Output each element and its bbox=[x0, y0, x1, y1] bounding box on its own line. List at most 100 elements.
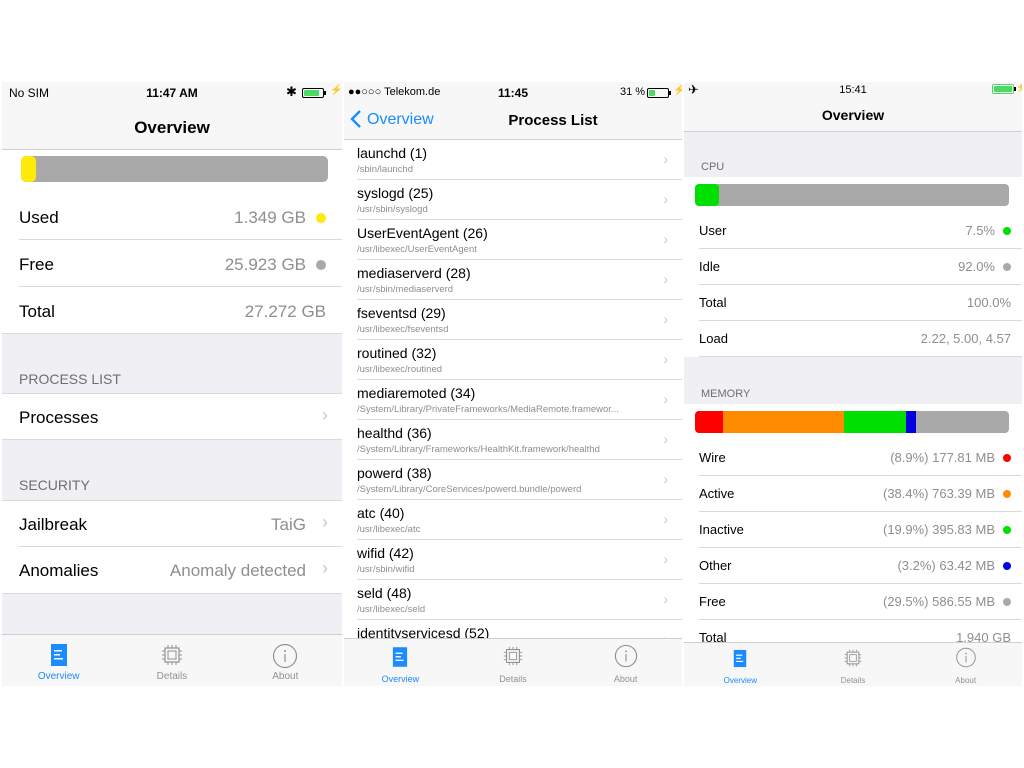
tab-label: Overview bbox=[381, 674, 420, 684]
process-path: /usr/sbin/syslogd bbox=[357, 204, 428, 215]
process-name: powerd (38) bbox=[357, 465, 432, 481]
process-row[interactable]: mediaremoted (34) /System/Library/Private… bbox=[344, 380, 682, 420]
process-row[interactable]: routined (32) /usr/libexec/routined › bbox=[344, 340, 682, 380]
process-path: /usr/libexec/UserEventAgent bbox=[357, 244, 477, 255]
process-path: /System/Library/Frameworks/HealthKit.fra… bbox=[357, 444, 600, 455]
tab-overview[interactable]: Overview bbox=[684, 643, 797, 686]
used-dot-icon bbox=[316, 213, 326, 223]
memory-row-inactive: Inactive (19.9%) 395.83 MB bbox=[684, 512, 1022, 548]
charging-icon: ⚡ bbox=[673, 85, 682, 96]
process-name: routined (32) bbox=[357, 345, 437, 361]
jailbreak-label: Jailbreak bbox=[19, 515, 88, 534]
info-icon bbox=[955, 647, 976, 668]
jailbreak-value: TaiG bbox=[271, 515, 306, 534]
memory-row-wire: Wire (8.9%) 177.81 MB bbox=[684, 440, 1022, 476]
processes-label: Processes bbox=[19, 408, 99, 427]
process-name: fseventsd (29) bbox=[357, 305, 446, 321]
cpu-label: Load bbox=[699, 331, 728, 346]
process-row[interactable]: launchd (1) /sbin/launchd › bbox=[344, 140, 682, 180]
memory-label: Inactive bbox=[699, 522, 744, 537]
process-row[interactable]: UserEventAgent (26) /usr/libexec/UserEven… bbox=[344, 220, 682, 260]
process-row[interactable]: atc (40) /usr/libexec/atc › bbox=[344, 500, 682, 540]
tab-about[interactable]: About bbox=[229, 635, 342, 686]
tab-bar: Overview Details About bbox=[684, 642, 1022, 686]
chevron-right-icon: › bbox=[663, 631, 668, 638]
memory-segment bbox=[695, 411, 723, 433]
tab-label: About bbox=[272, 671, 299, 682]
process-path: /usr/sbin/mediaserverd bbox=[357, 284, 454, 295]
cpu-value: 2.22, 5.00, 4.57 bbox=[920, 331, 1011, 346]
memory-segment bbox=[722, 411, 844, 433]
process-row[interactable]: seld (48) /usr/libexec/seld › bbox=[344, 580, 682, 620]
jailbreak-row[interactable]: Jailbreak TaiG › bbox=[2, 500, 342, 547]
status-time: 15:41 bbox=[839, 84, 867, 96]
process-row[interactable]: syslogd (25) /usr/sbin/syslogd › bbox=[344, 180, 682, 220]
info-icon bbox=[614, 644, 637, 668]
chevron-right-icon: › bbox=[663, 471, 668, 487]
process-row[interactable]: fseventsd (29) /usr/libexec/fseventsd › bbox=[344, 300, 682, 340]
chevron-right-icon: › bbox=[663, 231, 668, 247]
chevron-right-icon: › bbox=[663, 391, 668, 407]
process-path: /System/Library/PrivateFrameworks/MediaR… bbox=[357, 404, 619, 415]
process-path: /sbin/launchd bbox=[357, 164, 413, 175]
memory-label: Wire bbox=[699, 450, 726, 465]
page-title: Overview bbox=[821, 107, 885, 123]
bluetooth-icon: ✱ bbox=[286, 84, 297, 99]
battery-icon bbox=[992, 84, 1016, 94]
chevron-right-icon: › bbox=[322, 558, 328, 578]
tab-details[interactable]: Details bbox=[457, 639, 570, 686]
overview-system-screen: ✈ 15:41 ⚡ Overview CPU User 7.5% Idle 92.0%… bbox=[684, 82, 1022, 686]
cpu-row-load: Load 2.22, 5.00, 4.57 bbox=[684, 321, 1022, 357]
chevron-right-icon: › bbox=[663, 271, 668, 287]
process-name: mediaremoted (34) bbox=[357, 385, 476, 401]
cpu-label: Idle bbox=[699, 259, 720, 274]
tab-overview[interactable]: Overview bbox=[2, 635, 115, 686]
tab-about[interactable]: About bbox=[569, 639, 682, 686]
process-row[interactable]: healthd (36) /System/Library/Frameworks/H… bbox=[344, 420, 682, 460]
tab-details[interactable]: Details bbox=[797, 643, 910, 686]
cpu-bar-row bbox=[684, 177, 1022, 213]
page-title: Overview bbox=[134, 118, 210, 137]
memory-value: (3.2%) 63.42 MB bbox=[897, 558, 995, 573]
chevron-right-icon: › bbox=[663, 191, 668, 207]
cpu-value: 92.0% bbox=[958, 259, 995, 274]
tab-about[interactable]: About bbox=[909, 643, 1022, 686]
chevron-right-icon: › bbox=[663, 351, 668, 367]
process-path: /usr/libexec/fseventsd bbox=[357, 324, 449, 335]
nav-bar: No SIM 11:47 AM ✱ ⚡ Overview bbox=[2, 82, 342, 150]
legend-dot-icon bbox=[1003, 227, 1011, 235]
legend-dot-icon bbox=[1003, 562, 1011, 570]
process-name: identityservicesd (52) bbox=[357, 625, 490, 638]
tab-overview[interactable]: Overview bbox=[344, 639, 457, 686]
battery-icon bbox=[302, 88, 326, 98]
tab-details[interactable]: Details bbox=[115, 635, 228, 686]
used-row: Used 1.349 GB bbox=[2, 194, 342, 240]
anomalies-value: Anomaly detected bbox=[169, 561, 306, 580]
tab-bar: Overview Details About bbox=[2, 634, 342, 686]
process-list-screen: ●●○○○ Telekom.de 11:45 31 % ⚡ Overview P… bbox=[344, 82, 682, 686]
memory-row-free: Free (29.5%) 586.55 MB bbox=[684, 584, 1022, 620]
cpu-header: CPU bbox=[701, 161, 725, 173]
free-label: Free bbox=[19, 255, 54, 274]
chevron-right-icon: › bbox=[663, 511, 668, 527]
process-row[interactable]: mediaserverd (28) /usr/sbin/mediaserverd › bbox=[344, 260, 682, 300]
legend-dot-icon bbox=[1003, 490, 1011, 498]
process-row[interactable]: identityservicesd (52) › bbox=[344, 620, 682, 638]
chevron-right-icon: › bbox=[663, 311, 668, 327]
memory-label: Active bbox=[699, 486, 735, 501]
process-row[interactable]: wifid (42) /usr/sbin/wifid › bbox=[344, 540, 682, 580]
process-row[interactable]: powerd (38) /System/Library/CoreServices/… bbox=[344, 460, 682, 500]
memory-row-active: Active (38.4%) 763.39 MB bbox=[684, 476, 1022, 512]
memory-bar-row bbox=[684, 404, 1022, 440]
processes-row[interactable]: Processes › bbox=[2, 393, 342, 440]
cpu-value: 100.0% bbox=[966, 295, 1011, 310]
cpu-label: Total bbox=[699, 295, 727, 310]
battery-icon bbox=[647, 88, 671, 98]
chevron-left-icon bbox=[350, 110, 361, 128]
process-name: atc (40) bbox=[357, 505, 405, 521]
chip-icon bbox=[161, 645, 182, 665]
cpu-row-idle: Idle 92.0% bbox=[684, 249, 1022, 285]
memory-bar bbox=[695, 411, 1009, 433]
anomalies-row[interactable]: Anomalies Anomaly detected › bbox=[2, 547, 342, 594]
free-row: Free 25.923 GB bbox=[2, 240, 342, 287]
